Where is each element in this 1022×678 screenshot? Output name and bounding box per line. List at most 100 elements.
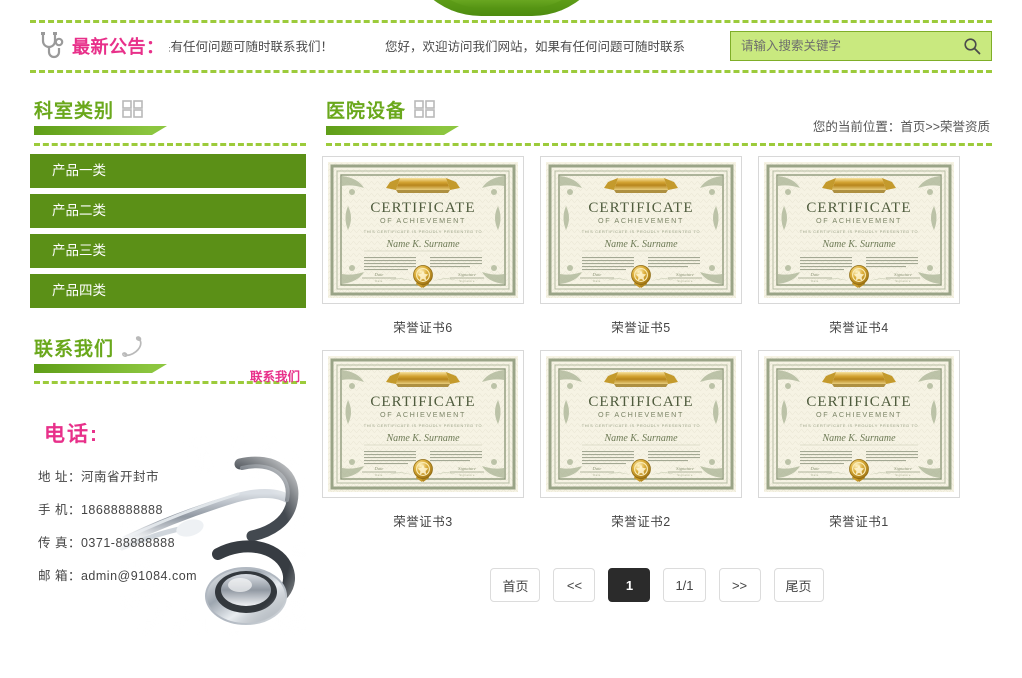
certificate-thumbnail[interactable]: CERTIFICATE OF ACHIEVEMENT THIS CERTIFICAT…	[540, 156, 742, 304]
svg-text:CERTIFICATE: CERTIFICATE	[588, 200, 693, 216]
certificate-gallery: CERTIFICATE OF ACHIEVEMENT THIS CERTIFICAT…	[322, 156, 992, 530]
sidebar-item-product-3[interactable]: 产品三类	[30, 234, 306, 268]
contact-details: 地 址：河南省开封市 手 机：18688888888 传 真：0371-8888…	[38, 466, 197, 598]
certificate-image: CERTIFICATEOF ACHIEVEMENT THIS CERTIFICAT…	[546, 356, 736, 492]
svg-text:CERTIFICATE: CERTIFICATE	[806, 200, 911, 216]
svg-text:Signature: Signature	[676, 466, 694, 471]
certificate-thumbnail[interactable]: CERTIFICATE OF ACHIEVEMENT THIS CERTIFICAT…	[758, 156, 960, 304]
certificate-card[interactable]: CERTIFICATE OF ACHIEVEMENT THIS CERTIFICAT…	[540, 156, 742, 336]
svg-text:Date: Date	[593, 279, 601, 283]
svg-text:Signature: Signature	[895, 473, 911, 477]
svg-text:THIS CERTIFICATE IS PROUDLY PR: THIS CERTIFICATE IS PROUDLY PRESENTED TO	[800, 229, 919, 234]
telephone-heading: 电话:	[44, 423, 99, 446]
contact-address: 地 址：河南省开封市	[38, 470, 159, 484]
svg-text:OF ACHIEVEMENT: OF ACHIEVEMENT	[598, 216, 684, 225]
category-menu: 产品一类 产品二类 产品三类 产品四类	[30, 154, 306, 308]
sidebar-item-product-2[interactable]: 产品二类	[30, 194, 306, 228]
svg-text:CERTIFICATE: CERTIFICATE	[588, 394, 693, 410]
certificate-card[interactable]: CERTIFICATE OF ACHIEVEMENT THIS CERTIFICAT…	[322, 156, 524, 336]
certificate-image: CERTIFICATEOF ACHIEVEMENT THIS CERTIFICAT…	[764, 162, 954, 298]
main-section-header: 医院设备 您的当前位置：首页>>荣誉资质	[322, 96, 992, 146]
sidebar-item-product-1[interactable]: 产品一类	[30, 154, 306, 188]
page-title: 医院设备	[326, 101, 407, 122]
contact-us-link[interactable]: 联系我们	[250, 366, 300, 385]
main-content: 医院设备 您的当前位置：首页>>荣誉资质 CERTIFICATE OF ACHIE…	[322, 96, 992, 602]
certificate-card[interactable]: CERTIFICATE OF ACHIEVEMENT THIS CERTIFICAT…	[758, 156, 960, 336]
contact-mobile: 手 机：18688888888	[38, 503, 163, 517]
certificate-label: 荣誉证书4	[829, 321, 889, 335]
certificate-card[interactable]: CERTIFICATE OF ACHIEVEMENT THIS CERTIFICAT…	[758, 350, 960, 530]
svg-text:Signature: Signature	[459, 279, 475, 283]
certificate-label: 荣誉证书3	[393, 515, 453, 529]
search-button[interactable]	[953, 32, 991, 60]
breadcrumb: 您的当前位置：首页>>荣誉资质	[812, 120, 990, 134]
category-dashed-rule	[34, 143, 306, 146]
certificate-thumbnail[interactable]: CERTIFICATE OF ACHIEVEMENT THIS CERTIFICAT…	[322, 156, 524, 304]
svg-text:Signature: Signature	[459, 473, 475, 477]
certificate-label: 荣誉证书6	[393, 321, 453, 335]
main-accent-bar	[326, 126, 459, 135]
contact-accent-bar	[34, 364, 167, 373]
svg-text:Date: Date	[593, 473, 601, 477]
svg-text:OF ACHIEVEMENT: OF ACHIEVEMENT	[380, 216, 466, 225]
sidebar-item-product-4[interactable]: 产品四类	[30, 274, 306, 308]
notice-divider-bottom	[30, 70, 992, 73]
svg-text:Signature: Signature	[895, 279, 911, 283]
certificate-label: 荣誉证书1	[829, 515, 889, 529]
contact-fax: 传 真：0371-88888888	[38, 536, 176, 550]
pagination-last[interactable]: 尾页	[773, 568, 824, 602]
search-input[interactable]	[741, 33, 953, 59]
svg-text:Date: Date	[374, 466, 384, 471]
pagination-page-1[interactable]: 1	[608, 568, 651, 602]
four-squares-icon	[122, 100, 143, 118]
svg-text:Signature: Signature	[677, 473, 693, 477]
svg-text:THIS CERTIFICATE IS PROUDLY PR: THIS CERTIFICATE IS PROUDLY PRESENTED TO	[582, 229, 701, 234]
svg-text:OF ACHIEVEMENT: OF ACHIEVEMENT	[816, 410, 902, 419]
svg-text:Date: Date	[374, 272, 384, 277]
pagination-indicator: 1/1	[663, 568, 706, 602]
certificate-image: CERTIFICATEOF ACHIEVEMENT THIS CERTIFICAT…	[764, 356, 954, 492]
pagination-prev[interactable]: <<	[553, 568, 596, 602]
svg-text:CERTIFICATE: CERTIFICATE	[370, 200, 475, 216]
certificate-thumbnail[interactable]: CERTIFICATE OF ACHIEVEMENT THIS CERTIFICAT…	[758, 350, 960, 498]
contact-title: 联系我们	[34, 339, 115, 360]
svg-text:Date: Date	[375, 473, 383, 477]
svg-text:THIS CERTIFICATE IS PROUDLY PR: THIS CERTIFICATE IS PROUDLY PRESENTED TO	[800, 423, 919, 428]
contact-email: 邮 箱：admin@91084.com	[38, 569, 198, 583]
svg-text:Date: Date	[592, 466, 602, 471]
certificate-image: CERTIFICATEOF ACHIEVEMENT THIS CERTIFICAT…	[546, 162, 736, 298]
certificate-card[interactable]: CERTIFICATE OF ACHIEVEMENT THIS CERTIFICAT…	[322, 350, 524, 530]
page-root: 最新公告： ]网站，如果有任何问题可随时联系我们！ 您好，欢迎访问我们网站，如果有…	[0, 0, 1022, 678]
notice-divider-top	[30, 20, 992, 23]
notice-marquee: ]网站，如果有任何问题可随时联系我们！ 您好，欢迎访问我们网站，如果有任何问题可随…	[169, 34, 717, 58]
category-accent-bar	[34, 126, 167, 135]
svg-text:Name K. Surname: Name K. Surname	[821, 239, 896, 250]
svg-text:Signature: Signature	[894, 466, 912, 471]
svg-text:THIS CERTIFICATE IS PROUDLY PR: THIS CERTIFICATE IS PROUDLY PRESENTED TO	[364, 423, 483, 428]
svg-text:THIS CERTIFICATE IS PROUDLY PR: THIS CERTIFICATE IS PROUDLY PRESENTED TO	[364, 229, 483, 234]
four-squares-icon	[414, 100, 435, 118]
svg-text:CERTIFICATE: CERTIFICATE	[370, 394, 475, 410]
svg-text:Name K. Surname: Name K. Surname	[603, 239, 678, 250]
svg-text:Name K. Surname: Name K. Surname	[385, 239, 460, 250]
pagination: 首页 << 1 1/1 >> 尾页	[322, 568, 992, 602]
svg-text:Signature: Signature	[458, 272, 476, 277]
certificate-thumbnail[interactable]: CERTIFICATE OF ACHIEVEMENT THIS CERTIFICAT…	[322, 350, 524, 498]
certificate-image: CERTIFICATEOF ACHIEVEMENT THIS CERTIFICAT…	[328, 356, 518, 492]
notice-message-1: ]网站，如果有任何问题可随时联系我们！	[169, 40, 333, 54]
svg-text:OF ACHIEVEMENT: OF ACHIEVEMENT	[380, 410, 466, 419]
svg-text:Name K. Surname: Name K. Surname	[603, 433, 678, 444]
certificate-card[interactable]: CERTIFICATE OF ACHIEVEMENT THIS CERTIFICAT…	[540, 350, 742, 530]
svg-text:Date: Date	[810, 466, 820, 471]
contact-panel: 联系我们 电话: 地 址：河南省开封市 手 机：18688888888 传 真：…	[30, 370, 306, 638]
category-title: 科室类别	[34, 101, 115, 122]
svg-text:Signature: Signature	[894, 272, 912, 277]
pagination-first[interactable]: 首页	[490, 568, 541, 602]
certificate-label: 荣誉证书2	[611, 515, 671, 529]
svg-text:Name K. Surname: Name K. Surname	[385, 433, 460, 444]
svg-text:Date: Date	[810, 272, 820, 277]
certificate-thumbnail[interactable]: CERTIFICATE OF ACHIEVEMENT THIS CERTIFICAT…	[540, 350, 742, 498]
svg-text:THIS CERTIFICATE IS PROUDLY PR: THIS CERTIFICATE IS PROUDLY PRESENTED TO	[582, 423, 701, 428]
phone-handset-icon	[122, 336, 142, 358]
pagination-next[interactable]: >>	[718, 568, 761, 602]
